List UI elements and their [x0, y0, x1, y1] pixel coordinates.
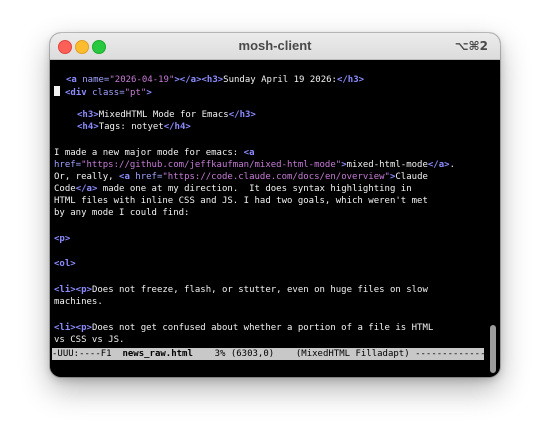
- editor-line: HTML files with inline CSS and JS. I had…: [54, 196, 428, 206]
- window-shortcut: ⌥⌘2: [454, 39, 488, 53]
- editor-line: machines.: [54, 297, 103, 307]
- editor-line: <ol>: [54, 259, 76, 269]
- editor-line: <li><p>Does not get confused about wheth…: [54, 323, 434, 333]
- editor-line: by any mode I could find:: [54, 208, 190, 218]
- editor-line: <div class="pt">: [54, 86, 152, 98]
- editor-line: Or, really, <a href="https://code.claude…: [54, 172, 428, 182]
- editor-line: <p>: [54, 234, 71, 244]
- editor-line: Code</a> made one at my direction. It do…: [54, 184, 412, 194]
- scrollbar-thumb[interactable]: [490, 325, 496, 373]
- editor-line: <h4>Tags: notyet</h4>: [77, 122, 191, 132]
- major-mode: (MixedHTML Filladapt): [295, 349, 410, 359]
- terminal-window: mosh-client ⌥⌘2 <a name="2026-04-19"></a…: [50, 33, 500, 377]
- editor-line: href="https://github.com/jeffkaufman/mix…: [54, 160, 455, 170]
- title-bar[interactable]: mosh-client ⌥⌘2: [50, 33, 500, 60]
- editor-line: <a name="2026-04-19"></a><h3>Sunday Apri…: [66, 75, 365, 85]
- editor-line: <li><p>Does not freeze, flash, or stutte…: [54, 285, 428, 295]
- editor-line: <h3>MixedHTML Mode for Emacs</h3>: [77, 110, 256, 120]
- scrollbar[interactable]: [487, 60, 500, 377]
- editor-line: I made a new major mode for emacs: <a: [54, 148, 255, 158]
- editor-line: vs CSS vs JS.: [54, 335, 125, 345]
- mode-line: -UUU:----F1 news_raw.html 3% (6303,0) (M…: [52, 348, 484, 360]
- window-title: mosh-client: [238, 38, 312, 53]
- editor-buffer[interactable]: <a name="2026-04-19"></a><h3>Sunday Apri…: [50, 60, 487, 377]
- buffer-name: news_raw.html: [122, 349, 193, 359]
- text-cursor: [54, 86, 60, 96]
